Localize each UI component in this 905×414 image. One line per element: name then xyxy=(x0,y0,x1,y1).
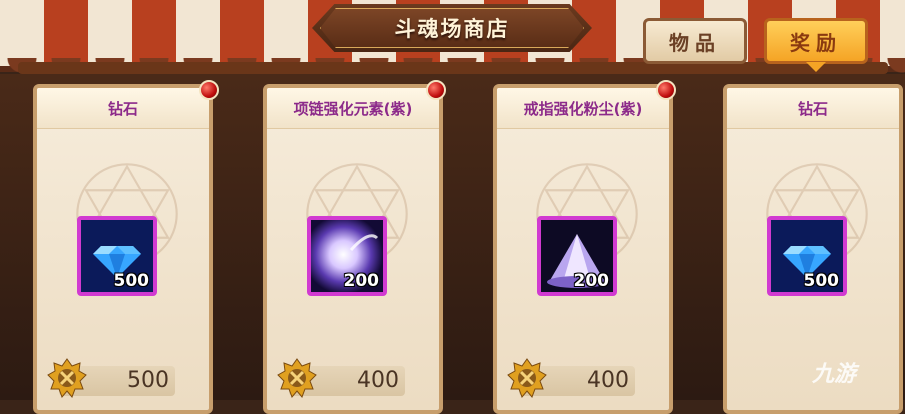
item-quantity: 200 xyxy=(343,271,380,291)
item-name: 钻石 xyxy=(107,100,138,118)
page-title: 斗魂场商店 xyxy=(394,17,510,41)
arena-coin-icon xyxy=(507,358,547,398)
shop-item-card[interactable]: 钻石 500 500 xyxy=(33,84,213,414)
shop-title-banner: 斗魂场商店 xyxy=(312,4,592,52)
shop-item-card[interactable]: 戒指强化粉尘(紫) 200 400 xyxy=(493,84,673,414)
tab-rewards-label: 奖励 xyxy=(790,30,842,55)
item-icon-frame[interactable]: 500 xyxy=(77,216,157,296)
item-name: 戒指强化粉尘(紫) xyxy=(523,100,643,118)
item-icon-frame[interactable]: 200 xyxy=(307,216,387,296)
item-icon-frame[interactable]: 500 xyxy=(767,216,847,296)
item-quantity: 500 xyxy=(113,271,150,291)
item-price: 500 xyxy=(127,368,169,393)
item-name: 钻石 xyxy=(797,100,828,118)
site-watermark: 九游 xyxy=(812,356,856,388)
shop-item-card[interactable]: 项链强化元素(紫) 200 400 xyxy=(263,84,443,414)
active-tab-indicator xyxy=(806,62,826,72)
arena-coin-icon xyxy=(277,358,317,398)
tab-rewards[interactable]: 奖励 xyxy=(764,18,868,64)
tab-items-label: 物品 xyxy=(669,30,721,55)
new-indicator-dot xyxy=(199,80,219,100)
tab-items[interactable]: 物品 xyxy=(643,18,747,64)
shop-frame-bar xyxy=(18,62,888,74)
watermark-text: 九游 xyxy=(812,362,857,387)
new-indicator-dot xyxy=(656,80,676,100)
item-quantity: 500 xyxy=(803,271,840,291)
arena-coin-icon xyxy=(47,358,87,398)
item-quantity: 200 xyxy=(573,271,610,291)
item-price: 400 xyxy=(357,368,399,393)
item-price: 400 xyxy=(587,368,629,393)
item-name: 项链强化元素(紫) xyxy=(293,100,413,118)
new-indicator-dot xyxy=(426,80,446,100)
item-icon-frame[interactable]: 200 xyxy=(537,216,617,296)
